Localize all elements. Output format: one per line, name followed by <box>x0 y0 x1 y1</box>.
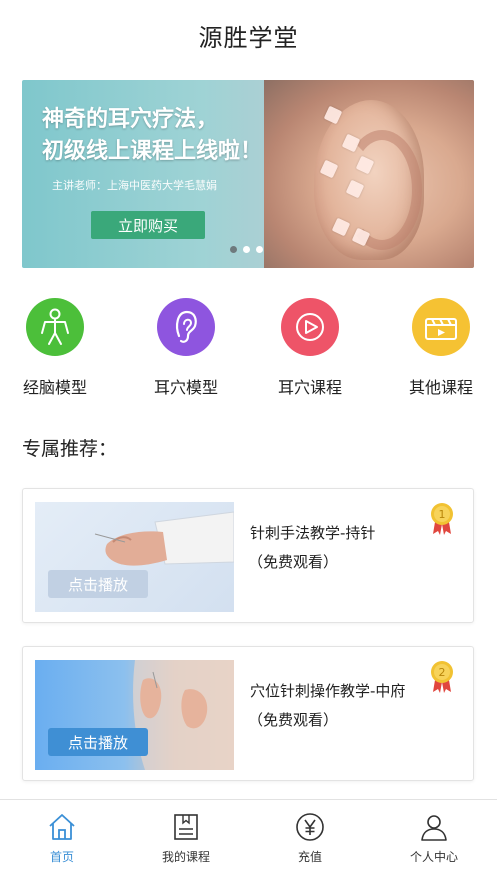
play-button[interactable]: 点击播放 <box>48 570 148 598</box>
course-title: 针刺手法教学-持针 <box>250 524 376 542</box>
course-subtitle: （免费观看） <box>248 711 339 729</box>
category-ear-model[interactable]: 耳穴模型 <box>141 298 231 398</box>
category-meridian-model[interactable]: 经脑模型 <box>10 298 100 398</box>
rank-number: 1 <box>439 508 446 521</box>
category-label: 耳穴模型 <box>153 378 218 397</box>
category-label: 其他课程 <box>408 378 473 397</box>
tab-my-courses[interactable]: 我的课程 <box>124 800 248 884</box>
course-title: 穴位针刺操作教学-中府 <box>250 682 406 700</box>
home-icon <box>49 814 75 840</box>
promo-banner[interactable]: 神奇的耳穴疗法， 初级线上课程上线啦！ 主讲老师：上海中医药大学毛慧娟 立即购买 <box>22 80 474 268</box>
course-thumbnail[interactable]: 点击播放 <box>35 502 234 612</box>
category-grid: 经脑模型 耳穴模型 耳穴课程 其他课程 <box>0 298 497 398</box>
tab-label: 我的课程 <box>161 850 210 864</box>
carousel-dot[interactable] <box>230 246 237 253</box>
book-icon <box>174 814 198 840</box>
course-card[interactable]: 点击播放 穴位针刺操作教学-中府 （免费观看） 2 <box>22 646 474 781</box>
buy-now-button[interactable]: 立即购买 <box>91 211 205 239</box>
page-title: 源胜学堂 <box>198 23 299 52</box>
category-label: 经脑模型 <box>22 378 87 397</box>
ear-icon <box>157 298 215 356</box>
user-icon <box>421 815 447 841</box>
app-header: 源胜学堂 <box>0 0 497 70</box>
category-ear-course[interactable]: 耳穴课程 <box>265 298 355 398</box>
tab-recharge[interactable]: 充值 <box>248 800 372 884</box>
carousel-dot[interactable] <box>256 246 263 253</box>
course-thumbnail[interactable]: 点击播放 <box>35 660 234 770</box>
carousel-dot[interactable] <box>243 246 250 253</box>
tab-profile[interactable]: 个人中心 <box>372 800 496 884</box>
banner-headline: 神奇的耳穴疗法， 初级线上课程上线啦！ <box>42 107 263 164</box>
yen-icon <box>296 813 324 841</box>
carousel-indicator[interactable] <box>230 246 263 253</box>
bottom-tab-bar: 首页 我的课程 充值 个人中心 <box>0 799 497 884</box>
play-button[interactable]: 点击播放 <box>48 728 148 756</box>
banner-ear-image <box>264 80 474 268</box>
section-title: 专属推荐： <box>22 438 118 460</box>
category-label: 耳穴课程 <box>277 378 342 397</box>
category-other-course[interactable]: 其他课程 <box>396 298 486 398</box>
tab-home[interactable]: 首页 <box>0 800 124 884</box>
tab-label: 首页 <box>49 850 74 864</box>
course-subtitle: （免费观看） <box>248 553 339 571</box>
tab-label: 充值 <box>297 850 322 864</box>
rank-number: 2 <box>439 666 446 679</box>
person-icon <box>26 298 84 356</box>
rank-medal-icon: 2 <box>429 660 455 694</box>
tab-label: 个人中心 <box>409 850 458 864</box>
banner-teacher: 主讲老师：上海中医药大学毛慧娟 <box>52 179 217 192</box>
course-card[interactable]: 点击播放 针刺手法教学-持针 （免费观看） 1 <box>22 488 474 623</box>
rank-medal-icon: 1 <box>429 502 455 536</box>
play-icon <box>281 298 339 356</box>
clapperboard-icon <box>412 298 470 356</box>
